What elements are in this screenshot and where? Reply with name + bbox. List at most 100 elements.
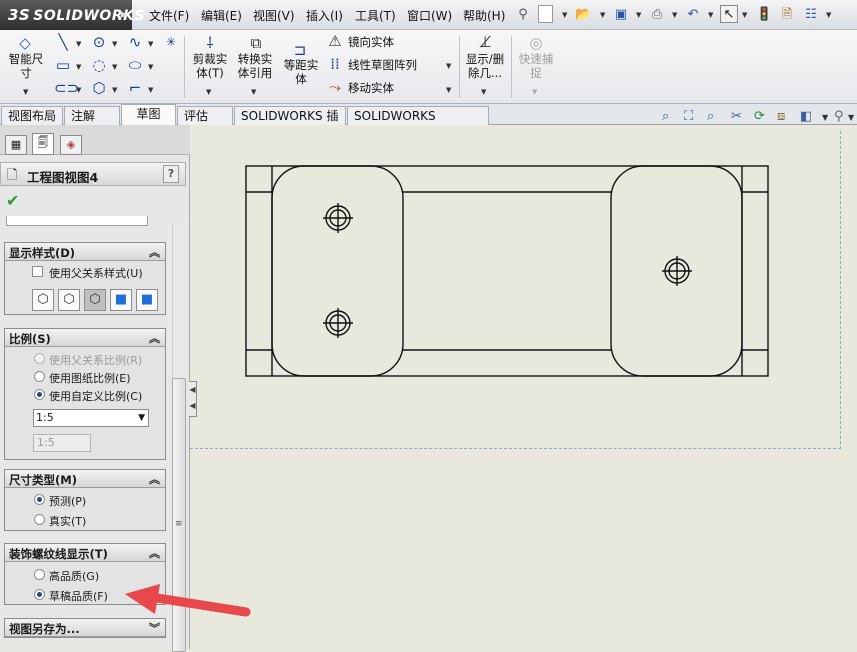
mirror-entities-button[interactable]: 镜向实体 (348, 35, 394, 49)
collapse-icon[interactable]: ︽ (149, 471, 160, 487)
hide-show-items-icon[interactable]: ⚲ (834, 109, 844, 124)
logo-flyout-icon[interactable]: ▶ (121, 0, 128, 30)
collapse-icon[interactable]: ︽ (149, 330, 160, 346)
collapse-icon[interactable]: ︽ (149, 244, 160, 260)
projected-radio[interactable] (34, 494, 45, 505)
previous-view-icon[interactable]: ⌕ (707, 109, 714, 124)
draft-quality-radio[interactable] (34, 589, 45, 600)
menu-window[interactable]: 窗口(W) (407, 7, 452, 24)
spline-dropdown-icon[interactable]: ▼ (148, 40, 153, 48)
expand-icon[interactable]: ︾ (149, 620, 160, 636)
rectangle-dropdown-icon[interactable]: ▼ (76, 63, 81, 71)
offset-entities-icon[interactable]: ⊐ (291, 42, 309, 58)
trim-dropdown-icon[interactable]: ▼ (206, 88, 211, 96)
fillet-dropdown-icon[interactable]: ▼ (148, 86, 153, 94)
display-manager-tab-icon[interactable]: ◈ (60, 135, 82, 155)
menu-tools[interactable]: 工具(T) (355, 7, 396, 24)
save-icon[interactable]: ▣ (612, 5, 630, 23)
hide-show-dropdown-icon[interactable]: ▼ (848, 113, 854, 122)
linear-pattern-button[interactable]: 线性草图阵列 (348, 58, 417, 72)
use-parent-scale-radio[interactable] (34, 353, 45, 364)
point-icon[interactable]: ✳ (162, 34, 180, 50)
smart-dimension-icon[interactable]: ◇ (16, 35, 34, 51)
offset-entities-button[interactable]: 等距实体 (280, 58, 322, 86)
rectangle-icon[interactable]: ▭ (54, 57, 72, 73)
open-dropdown-icon[interactable]: ▼ (600, 11, 605, 19)
tab-solidworks-inspection[interactable]: SOLIDWORKS Inspection (347, 106, 489, 141)
circle-dropdown-icon[interactable]: ▼ (112, 40, 117, 48)
linear-pattern-icon[interactable]: ⁞⁞ (326, 56, 344, 72)
true-radio[interactable] (34, 514, 45, 525)
scrollbar-thumb[interactable]: ≡ (172, 378, 186, 652)
cosmetic-thread-header[interactable]: 装饰螺纹线显示(T) ︽ (5, 544, 165, 562)
circle-icon[interactable]: ⊙ (90, 34, 108, 50)
spline-icon[interactable]: ∿ (126, 34, 144, 50)
display-delete-dropdown-icon[interactable]: ▼ (481, 88, 486, 96)
solidworks-logo[interactable]: 3S SOLIDWORKS ▶ (0, 0, 145, 30)
display-delete-relations-icon[interactable]: ⊥̸ (476, 34, 494, 50)
select-icon[interactable]: ↖ (720, 5, 738, 23)
display-delete-relations-button[interactable]: 显示/删除几... (462, 52, 508, 80)
shaded-with-edges-icon[interactable]: ■ (110, 289, 132, 311)
fillet-icon[interactable]: ⌐ (126, 80, 144, 96)
menu-edit[interactable]: 编辑(E) (201, 7, 242, 24)
tab-solidworks-addins[interactable]: SOLIDWORKS 插件 (234, 106, 346, 141)
convert-entities-icon[interactable]: ⧉ (247, 35, 265, 51)
high-quality-radio[interactable] (34, 569, 45, 580)
open-icon[interactable]: 📂 (574, 5, 592, 23)
zoom-to-area-icon[interactable]: ⛶ (684, 109, 693, 124)
new-document-icon[interactable] (538, 5, 553, 23)
rotate-view-icon[interactable]: ⟳ (754, 109, 765, 124)
display-style-dropdown-icon[interactable]: ▼ (822, 113, 828, 122)
zoom-to-fit-icon[interactable]: ⌕ (662, 109, 669, 124)
options-dropdown-icon[interactable]: ▼ (826, 11, 831, 19)
arc-icon[interactable]: ◌ (90, 57, 108, 73)
pin-icon[interactable]: ⚲ (514, 5, 532, 23)
slot-icon[interactable]: ⊂⊃ (54, 80, 79, 96)
menu-help[interactable]: 帮助(H) (463, 7, 505, 24)
collapse-icon[interactable]: ︽ (149, 545, 160, 561)
select-dropdown-icon[interactable]: ▼ (742, 11, 747, 19)
convert-dropdown-icon[interactable]: ▼ (251, 88, 256, 96)
convert-entities-button[interactable]: 转换实体引用 (234, 52, 276, 80)
print-dropdown-icon[interactable]: ▼ (672, 11, 677, 19)
scale-header[interactable]: 比例(S) ︽ (5, 329, 165, 347)
menu-file[interactable]: 文件(F) (149, 7, 189, 24)
hidden-lines-removed-icon[interactable]: ⬡ (84, 289, 106, 311)
new-dropdown-icon[interactable]: ▼ (562, 11, 567, 19)
scale-ratio-field[interactable]: 1:5 (33, 434, 91, 452)
view-orientation-icon[interactable]: ⧈ (777, 109, 785, 124)
save-view-as-header[interactable]: 视图另存为... ︾ (5, 619, 165, 637)
use-custom-scale-radio[interactable] (34, 389, 45, 400)
tab-evaluate[interactable]: 评估 (177, 106, 233, 125)
save-dropdown-icon[interactable]: ▼ (636, 11, 641, 19)
options-icon[interactable]: ☷ (802, 5, 820, 23)
tab-sketch[interactable]: 草图 (121, 104, 176, 126)
wireframe-icon[interactable]: ⬡ (32, 289, 54, 311)
quick-snap-icon[interactable]: ◎ (527, 35, 545, 51)
hidden-lines-visible-icon[interactable]: ⬡ (58, 289, 80, 311)
ellipse-dropdown-icon[interactable]: ▼ (148, 63, 153, 71)
trim-icon[interactable]: ⸸ (201, 35, 219, 51)
move-entities-icon[interactable]: ⤳ (326, 79, 344, 95)
undo-icon[interactable]: ↶ (684, 5, 702, 23)
feature-manager-tab-icon[interactable]: ▦ (5, 135, 27, 155)
dimension-type-header[interactable]: 尺寸类型(M) ︽ (5, 470, 165, 488)
use-sheet-scale-radio[interactable] (34, 371, 45, 382)
polygon-dropdown-icon[interactable]: ▼ (112, 86, 117, 94)
panel-collapse-handle[interactable]: ◀ ◀ (189, 381, 197, 417)
slot-dropdown-icon[interactable]: ▼ (76, 86, 81, 94)
print-icon[interactable]: ⎙ (648, 5, 666, 23)
quick-snap-button[interactable]: 快速捕捉 (515, 52, 557, 80)
display-style-icon[interactable]: ◧ (800, 109, 812, 124)
file-properties-icon[interactable]: 🗎 (778, 5, 796, 23)
linear-pattern-dropdown-icon[interactable]: ▼ (446, 62, 451, 70)
move-dropdown-icon[interactable]: ▼ (446, 86, 451, 94)
smart-dimension-dropdown-icon[interactable]: ▼ (23, 88, 28, 96)
rebuild-icon[interactable]: 🚦 (755, 5, 773, 23)
polygon-icon[interactable]: ⬡ (90, 80, 108, 96)
help-button[interactable]: ? (163, 165, 179, 183)
line-dropdown-icon[interactable]: ▼ (76, 40, 81, 48)
arc-dropdown-icon[interactable]: ▼ (112, 63, 117, 71)
ok-button[interactable]: ✔ (6, 191, 19, 210)
